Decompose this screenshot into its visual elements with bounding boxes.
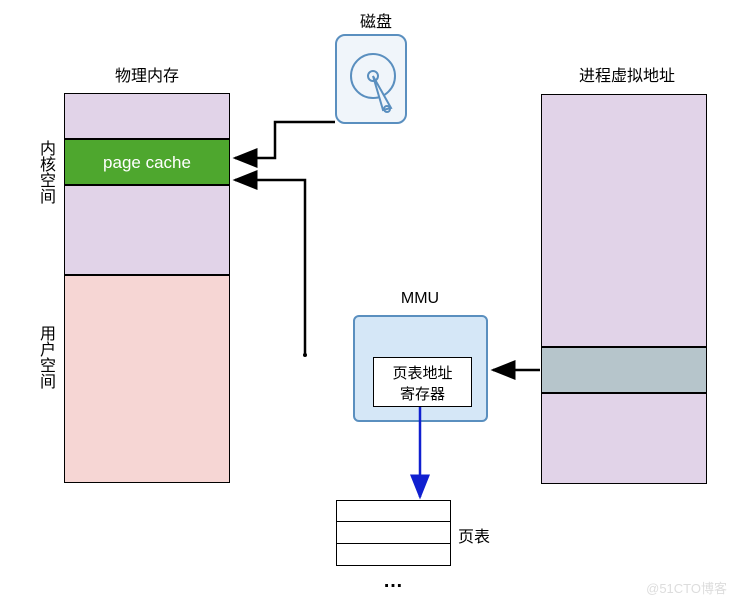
- user-space-block: [64, 275, 230, 483]
- kernel-section-bottom: [64, 185, 230, 275]
- page-table-stack: [336, 500, 451, 566]
- page-table-row-3: [336, 544, 451, 566]
- physical-memory-column: page cache: [64, 93, 230, 483]
- ellipsis-label: …: [383, 570, 403, 593]
- page-table-label: 页表: [458, 523, 490, 547]
- kernel-space-label: 内核空间: [33, 140, 57, 204]
- physical-memory-label: 物理内存: [107, 62, 187, 86]
- page-table-row-1: [336, 500, 451, 522]
- mmu-label: MMU: [390, 290, 450, 308]
- page-table-register-line1: 页表地址寄存器: [392, 365, 452, 403]
- virtual-bottom: [541, 393, 707, 484]
- watermark: @51CTO博客: [646, 578, 727, 597]
- page-cache-block: page cache: [64, 139, 230, 185]
- kernel-section-top: [64, 93, 230, 139]
- virtual-highlight: [541, 347, 707, 393]
- disk-icon: [335, 34, 407, 124]
- user-space-label: 用户空间: [33, 325, 57, 389]
- mmu-box: 页表地址寄存器: [353, 315, 488, 422]
- virtual-address-label: 进程虚拟地址: [567, 62, 687, 86]
- virtual-address-column: [541, 94, 707, 484]
- page-table-register-box: 页表地址寄存器: [373, 357, 472, 407]
- page-table-row-2: [336, 522, 451, 544]
- virtual-top: [541, 94, 707, 347]
- disk-label: 磁盘: [336, 8, 416, 32]
